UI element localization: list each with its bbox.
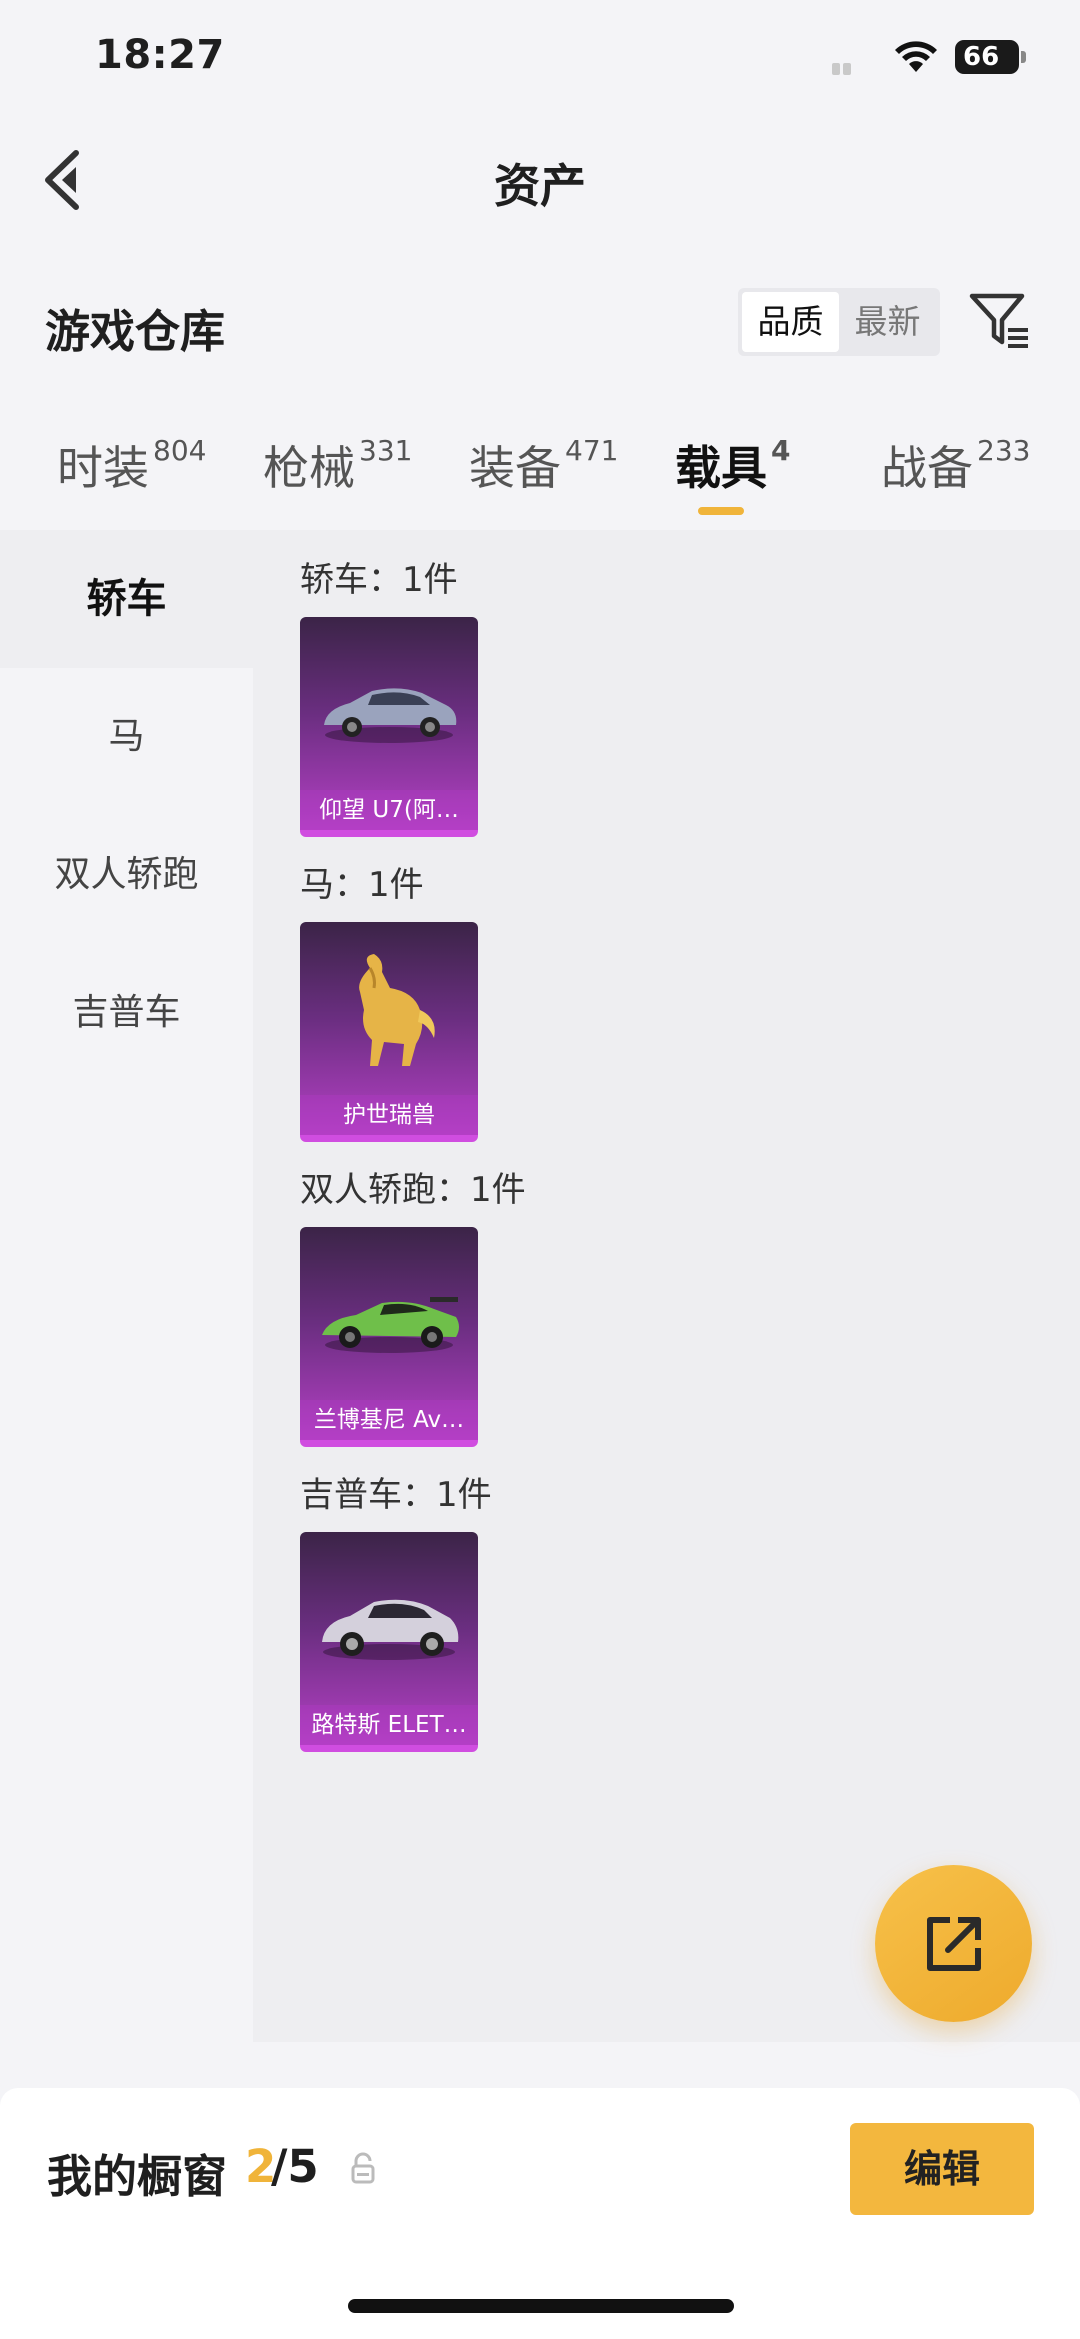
sports-car-icon [322, 1297, 459, 1353]
sidebar-item-horse[interactable]: 马 [0, 668, 253, 806]
category-sidebar: 轿车 马 双人轿跑 吉普车 [0, 530, 253, 2042]
sidebar-item-sedan[interactable]: 轿车 [0, 530, 253, 668]
tab-equipment[interactable]: 装备 471 [469, 432, 618, 498]
section-title-jeep: 吉普车：1件 [300, 1475, 492, 1515]
sidebar-item-jeep[interactable]: 吉普车 [0, 944, 253, 1082]
share-button[interactable] [875, 1865, 1032, 2022]
edit-button[interactable]: 编辑 [850, 2123, 1034, 2215]
section-title-horse: 马：1件 [300, 865, 424, 905]
battery-cap [1021, 51, 1026, 63]
sidebar-item-coupe[interactable]: 双人轿跑 [0, 806, 253, 944]
status-time: 18:27 [95, 32, 225, 78]
sort-quality-button[interactable]: 品质 [742, 292, 839, 352]
warehouse-title: 游戏仓库 [45, 305, 226, 358]
sedan-car-icon [324, 688, 457, 743]
home-indicator[interactable] [348, 2299, 734, 2313]
filter-icon[interactable] [968, 290, 1032, 354]
section-title-coupe: 双人轿跑：1件 [300, 1170, 526, 1210]
sort-newest-button[interactable]: 最新 [839, 292, 936, 352]
item-card[interactable]: 仰望 U7(阿… [300, 617, 478, 837]
item-card[interactable]: 兰博基尼 Av… [300, 1227, 478, 1447]
unlock-icon [351, 2152, 375, 2184]
share-external-icon [927, 1917, 981, 1971]
item-name: 仰望 U7(阿… [300, 790, 478, 830]
tab-vehicles[interactable]: 载具 4 [675, 432, 790, 498]
signal-icon [832, 60, 862, 75]
showcase-title: 我的橱窗 [47, 2150, 228, 2203]
suv-car-icon [322, 1599, 459, 1660]
item-card[interactable]: 护世瑞兽 [300, 922, 478, 1142]
item-card[interactable]: 路特斯 ELET… [300, 1532, 478, 1752]
sort-toggle: 品质 最新 [738, 288, 940, 356]
wifi-icon [895, 41, 937, 72]
tab-firearms[interactable]: 枪械 331 [263, 432, 412, 498]
golden-horse-icon [359, 954, 435, 1066]
tab-combat-gear[interactable]: 战备 233 [881, 432, 1030, 498]
page-title: 资产 [494, 159, 586, 213]
showcase-total-count: /5 [271, 2140, 319, 2193]
item-name: 护世瑞兽 [300, 1095, 478, 1135]
tab-fashion[interactable]: 时装 804 [57, 432, 206, 498]
item-name: 兰博基尼 Av… [300, 1400, 478, 1440]
item-name: 路特斯 ELET… [300, 1705, 478, 1745]
active-tab-indicator [698, 507, 744, 515]
battery-indicator: 66 [955, 40, 1019, 74]
section-title-sedan: 轿车：1件 [300, 560, 458, 600]
